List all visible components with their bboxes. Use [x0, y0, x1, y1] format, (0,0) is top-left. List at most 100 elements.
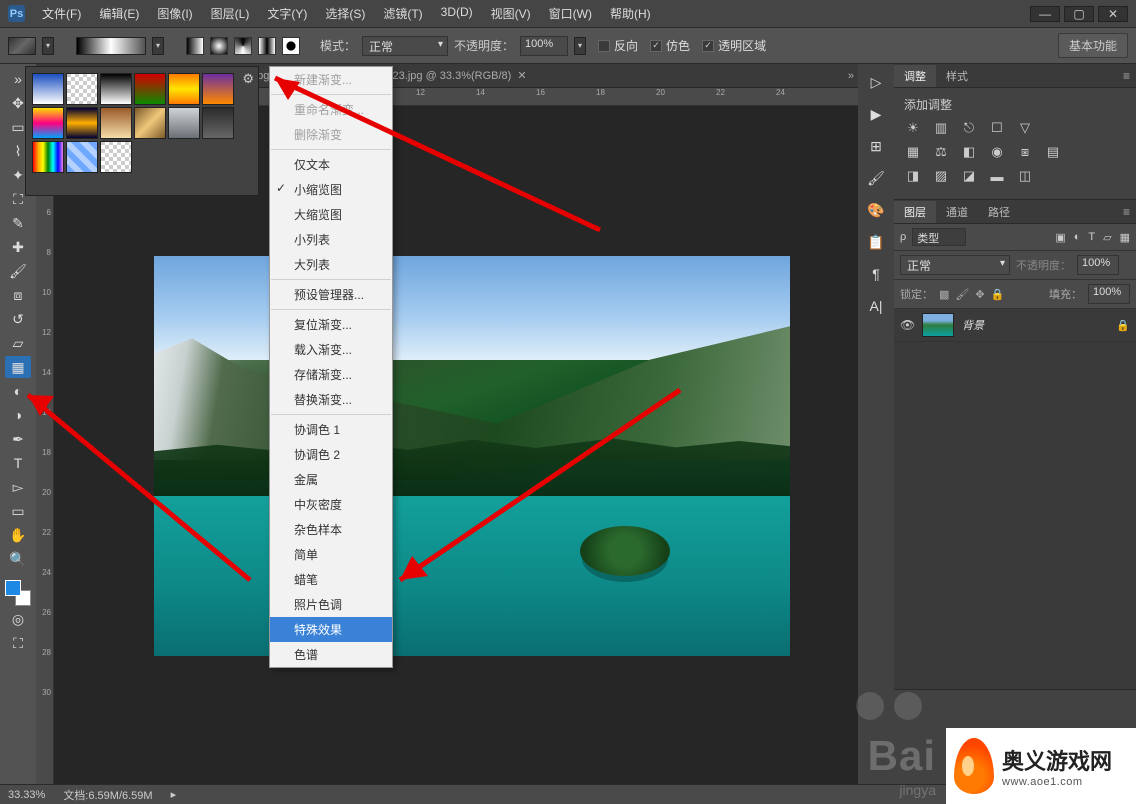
adj-bw-icon[interactable]: ◧: [960, 143, 978, 161]
adj-curves-icon[interactable]: ⎋: [960, 119, 978, 137]
adjustments-panel-menu-icon[interactable]: ≡: [1117, 69, 1136, 83]
gradient-preset[interactable]: [168, 73, 200, 105]
window-maximize-button[interactable]: ▢: [1064, 6, 1094, 22]
color-swatches[interactable]: [5, 580, 31, 606]
filter-kind-select[interactable]: 类型: [912, 228, 966, 246]
strip-character-icon[interactable]: A|: [866, 296, 886, 316]
cm-harmonics2[interactable]: 协调色 2: [270, 442, 392, 467]
layer-opacity-input[interactable]: 100%: [1077, 255, 1119, 275]
gradient-tool-preset-dropdown[interactable]: ▾: [42, 37, 54, 55]
adj-gradientmap-icon[interactable]: ▬: [988, 167, 1006, 185]
tab-adjustments[interactable]: 调整: [894, 65, 936, 87]
gradient-preset[interactable]: [100, 141, 132, 173]
gradient-preset[interactable]: [134, 73, 166, 105]
type-tool-icon[interactable]: T: [5, 452, 31, 474]
reverse-checkbox[interactable]: 反向: [598, 37, 638, 54]
menu-file[interactable]: 文件(F): [33, 1, 90, 26]
cm-metals[interactable]: 金属: [270, 467, 392, 492]
quickmask-icon[interactable]: ◎: [5, 608, 31, 630]
adj-channelmixer-icon[interactable]: ⧆: [1016, 143, 1034, 161]
pen-tool-icon[interactable]: ✒: [5, 428, 31, 450]
layers-panel-menu-icon[interactable]: ≡: [1117, 205, 1136, 219]
dodge-tool-icon[interactable]: ◑: [5, 404, 31, 426]
gradient-angle-icon[interactable]: [234, 37, 252, 55]
strip-paragraph-icon[interactable]: ¶: [866, 264, 886, 284]
gradient-preset[interactable]: [32, 141, 64, 173]
tab-layers[interactable]: 图层: [894, 201, 936, 223]
gradient-preset[interactable]: [202, 73, 234, 105]
lock-position-icon[interactable]: ✥: [975, 288, 984, 301]
menu-view[interactable]: 视图(V): [482, 1, 540, 26]
adj-balance-icon[interactable]: ⚖: [932, 143, 950, 161]
adj-vibrance-icon[interactable]: ▽: [1016, 119, 1034, 137]
history-brush-tool-icon[interactable]: ↺: [5, 308, 31, 330]
gradient-preset[interactable]: [32, 73, 64, 105]
menu-image[interactable]: 图像(I): [148, 1, 201, 26]
doc-size[interactable]: 文档:6.59M/6.59M: [63, 787, 152, 803]
layer-blend-select[interactable]: 正常: [900, 255, 1010, 275]
menu-layer[interactable]: 图层(L): [202, 1, 259, 26]
strip-swatches-icon[interactable]: 🎨: [866, 200, 886, 220]
cm-simple[interactable]: 简单: [270, 542, 392, 567]
window-minimize-button[interactable]: —: [1030, 6, 1060, 22]
cm-pastels[interactable]: 蜡笔: [270, 567, 392, 592]
menu-window[interactable]: 窗口(W): [540, 1, 601, 26]
strip-clipboard-icon[interactable]: 📋: [866, 232, 886, 252]
adj-exposure-icon[interactable]: ☐: [988, 119, 1006, 137]
adj-selectivecolor-icon[interactable]: ◫: [1016, 167, 1034, 185]
transparency-checkbox[interactable]: 透明区域: [702, 37, 766, 54]
layer-row-background[interactable]: 👁 背景 🔒: [894, 309, 1136, 342]
cm-save-gradients[interactable]: 存储渐变...: [270, 362, 392, 387]
filter-pixel-icon[interactable]: ▣: [1055, 231, 1065, 244]
gradient-preset[interactable]: [100, 73, 132, 105]
gradient-swatch-dropdown[interactable]: ▾: [152, 37, 164, 55]
gradient-preset[interactable]: [32, 107, 64, 139]
gradient-preset[interactable]: [100, 107, 132, 139]
brush-tool-icon[interactable]: 🖌: [5, 260, 31, 282]
strip-brushes-icon[interactable]: 🖌: [866, 168, 886, 188]
adj-hue-icon[interactable]: ▦: [904, 143, 922, 161]
layer-thumbnail[interactable]: [922, 313, 954, 337]
window-close-button[interactable]: ✕: [1098, 6, 1128, 22]
zoom-tool-icon[interactable]: 🔍: [5, 548, 31, 570]
filter-type-icon[interactable]: T: [1088, 231, 1095, 244]
menu-3d[interactable]: 3D(D): [432, 1, 482, 26]
lock-pixels-icon[interactable]: 🖌: [955, 288, 969, 301]
path-select-tool-icon[interactable]: ▻: [5, 476, 31, 498]
gradient-tool-preset-icon[interactable]: [8, 37, 36, 55]
gradient-preset[interactable]: [66, 141, 98, 173]
filter-kind-icon[interactable]: ρ: [900, 231, 906, 243]
dither-checkbox[interactable]: 仿色: [650, 37, 690, 54]
gradient-preset[interactable]: [168, 107, 200, 139]
tab-overflow-icon[interactable]: »: [848, 70, 854, 82]
adj-colorlookup-icon[interactable]: ▤: [1044, 143, 1062, 161]
adj-invert-icon[interactable]: ◨: [904, 167, 922, 185]
gradient-reflected-icon[interactable]: [258, 37, 276, 55]
fill-input[interactable]: 100%: [1088, 284, 1130, 304]
cm-reset-gradients[interactable]: 复位渐变...: [270, 312, 392, 337]
menu-type[interactable]: 文字(Y): [258, 1, 316, 26]
cm-small-list[interactable]: 小列表: [270, 227, 392, 252]
healing-tool-icon[interactable]: ✚: [5, 236, 31, 258]
screenmode-icon[interactable]: ⛶: [5, 632, 31, 654]
cm-load-gradients[interactable]: 载入渐变...: [270, 337, 392, 362]
opacity-input[interactable]: 100%: [520, 36, 568, 56]
gradient-swatch[interactable]: [76, 37, 146, 55]
gradient-preset[interactable]: [66, 73, 98, 105]
adj-levels-icon[interactable]: ▥: [932, 119, 950, 137]
eyedropper-tool-icon[interactable]: ✎: [5, 212, 31, 234]
cm-large-thumb[interactable]: 大缩览图: [270, 202, 392, 227]
blend-mode-select[interactable]: 正常: [362, 36, 448, 56]
adj-photofilter-icon[interactable]: ◉: [988, 143, 1006, 161]
status-arrow-icon[interactable]: ▸: [171, 788, 177, 801]
menu-select[interactable]: 选择(S): [316, 1, 374, 26]
tab-close-icon[interactable]: ✕: [517, 69, 526, 82]
lock-transparency-icon[interactable]: ▩: [939, 288, 949, 301]
workspace-switcher[interactable]: 基本功能: [1058, 33, 1128, 58]
adj-brightness-icon[interactable]: ☀: [904, 119, 922, 137]
stamp-tool-icon[interactable]: ⧈: [5, 284, 31, 306]
cm-text-only[interactable]: 仅文本: [270, 152, 392, 177]
strip-properties-icon[interactable]: ⊞: [866, 136, 886, 156]
cm-special-effects[interactable]: 特殊效果: [270, 617, 392, 642]
opacity-dropdown[interactable]: ▾: [574, 37, 586, 55]
